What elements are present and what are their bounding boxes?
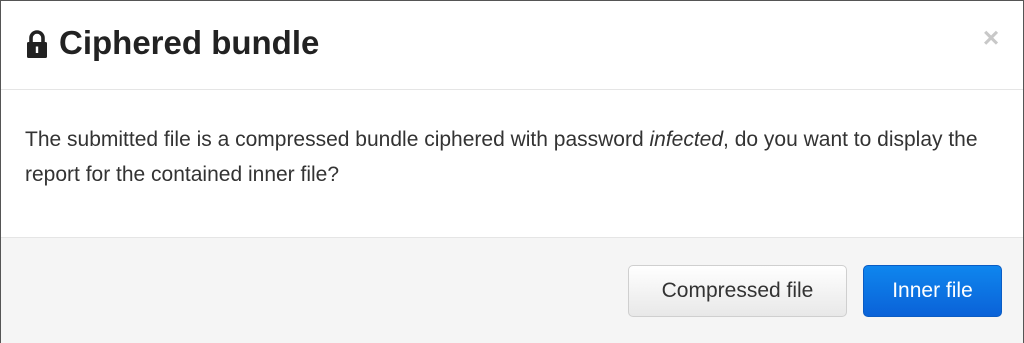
compressed-file-button[interactable]: Compressed file	[628, 265, 847, 317]
inner-file-button[interactable]: Inner file	[863, 265, 1002, 317]
message-text-before: The submitted file is a compressed bundl…	[25, 128, 650, 151]
dialog-message: The submitted file is a compressed bundl…	[25, 122, 1010, 192]
close-icon[interactable]: ×	[979, 23, 1003, 53]
password-text: infected	[649, 128, 724, 151]
lock-icon	[27, 30, 47, 58]
ciphered-bundle-dialog: Ciphered bundle × The submitted file is …	[0, 0, 1024, 343]
dialog-title: Ciphered bundle	[59, 24, 320, 61]
dialog-body: The submitted file is a compressed bundl…	[1, 90, 1023, 237]
dialog-footer: Compressed file Inner file	[1, 237, 1023, 343]
dialog-header: Ciphered bundle ×	[1, 1, 1023, 90]
